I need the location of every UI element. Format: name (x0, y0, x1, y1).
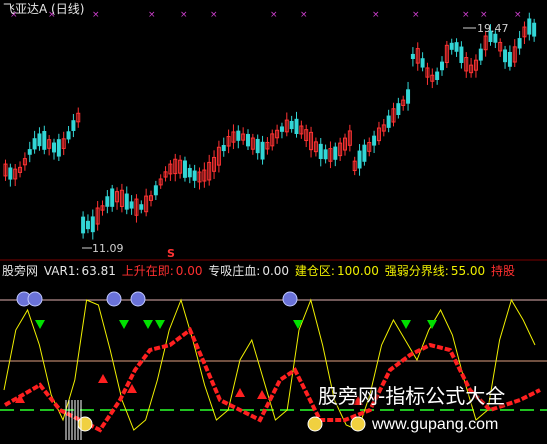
candle-body (66, 131, 71, 140)
build-label: 建仓区: (294, 264, 335, 278)
candle-body (52, 142, 56, 153)
candle-body (406, 89, 411, 104)
var1-label: VAR1: (43, 264, 80, 278)
candle-body (527, 18, 532, 35)
chart-canvas[interactable]: × × × × × × × × × × × × × (0, 0, 547, 444)
candle-body (372, 135, 377, 146)
var1-value: 63.81 (81, 264, 116, 278)
hold-label: 持股 (491, 264, 516, 278)
candle-body (85, 220, 90, 230)
candle-body (362, 144, 367, 162)
up-signal-icon (98, 374, 108, 383)
candle-body (318, 143, 323, 160)
top-marker: × (480, 10, 488, 20)
candle-body (81, 216, 86, 234)
down-signal-icon (143, 320, 153, 329)
chart-title: 飞亚达A (日线) (3, 2, 85, 16)
top-marker: × (148, 10, 156, 20)
candle-body (289, 120, 294, 130)
smiley-face-icon (307, 416, 323, 432)
candle-body (323, 149, 328, 160)
up-signal-icon (257, 390, 267, 399)
top-marker: × (412, 10, 420, 20)
candle-body (187, 168, 192, 178)
candle-body (435, 71, 440, 80)
top-marker: × (270, 10, 278, 20)
candle-body (454, 42, 459, 52)
indicator-header: 股旁网 VAR1: 63.81 上升在即: 0.00 专吸庄血: 0.00 建仓区: 1… (2, 264, 517, 278)
down-signal-icon (401, 320, 411, 329)
candle-body (124, 193, 129, 210)
candle-body (459, 46, 464, 63)
low-price-label: 11.09 (92, 242, 124, 255)
top-marker: × (92, 10, 100, 20)
down-signal-icon (35, 320, 45, 329)
top-marker: × (180, 10, 188, 20)
candle-body (192, 170, 197, 181)
candle-body (90, 216, 95, 233)
candle-body (410, 53, 415, 59)
candle-body (8, 167, 13, 180)
candle-body (129, 201, 134, 209)
candle-body (27, 149, 32, 155)
candle-body (56, 139, 61, 157)
smiley-face-icon (77, 416, 93, 432)
down-signal-icon (155, 320, 165, 329)
candle-body (255, 138, 260, 154)
top-marker: × (210, 10, 218, 20)
candle-body (139, 204, 144, 210)
smiley-face-icon (350, 416, 366, 432)
top-marker: × (462, 10, 470, 20)
candle-body (517, 38, 522, 49)
sad-face-icon (282, 291, 298, 307)
candle-body (105, 196, 110, 207)
candle-body (32, 138, 37, 150)
candle-body (503, 49, 508, 63)
watermark-url: www.gupang.com (372, 416, 499, 433)
candle-body (532, 22, 537, 37)
candle-body (71, 120, 76, 131)
candle-body (221, 145, 226, 152)
candle-body (182, 160, 187, 178)
rise-label: 上升在即: (121, 264, 174, 278)
threshold-label: 强弱分界线: (384, 264, 449, 278)
indicator-source: 股旁网 (2, 264, 39, 278)
candle-body (236, 130, 241, 141)
candle-body (260, 141, 265, 160)
candle-body (478, 48, 483, 61)
candle-body (246, 133, 250, 147)
candle-body (294, 118, 299, 135)
candle-body (449, 42, 454, 50)
stock-chart-window: × × × × × × × × × × × × × 飞亚达A (日线) 19.47 11.09 S 股旁… (0, 0, 547, 444)
candle-body (396, 103, 401, 116)
top-marker: × (514, 10, 522, 20)
candle-body (420, 58, 425, 68)
candle-body (440, 61, 444, 71)
absorb-label: 专吸庄血: (208, 264, 261, 278)
candle-body (37, 133, 42, 147)
watermark-text: 股旁网-指标公式大全 (318, 384, 506, 408)
candle-body (507, 51, 512, 67)
sad-face-icon (130, 291, 146, 307)
up-signal-icon (235, 388, 245, 397)
candle-body (42, 131, 47, 150)
rise-value: 0.00 (175, 264, 203, 278)
candle-body (333, 146, 338, 160)
candle-body (279, 126, 284, 132)
high-price-label: 19.47 (477, 22, 509, 35)
candle-body (357, 150, 362, 169)
candle-body (153, 185, 158, 196)
top-marker: × (300, 10, 308, 20)
threshold-value: 55.00 (450, 264, 486, 278)
top-marker: × (372, 10, 380, 20)
sad-face-icon (106, 291, 122, 307)
down-signal-icon (119, 320, 129, 329)
sad-face-icon (27, 291, 43, 307)
candle-body (386, 115, 391, 128)
candle-body (110, 188, 115, 207)
build-value: 100.00 (336, 264, 379, 278)
sell-signal-marker: S (167, 247, 175, 260)
absorb-value: 0.00 (262, 264, 290, 278)
down-signal-icon (427, 320, 437, 329)
